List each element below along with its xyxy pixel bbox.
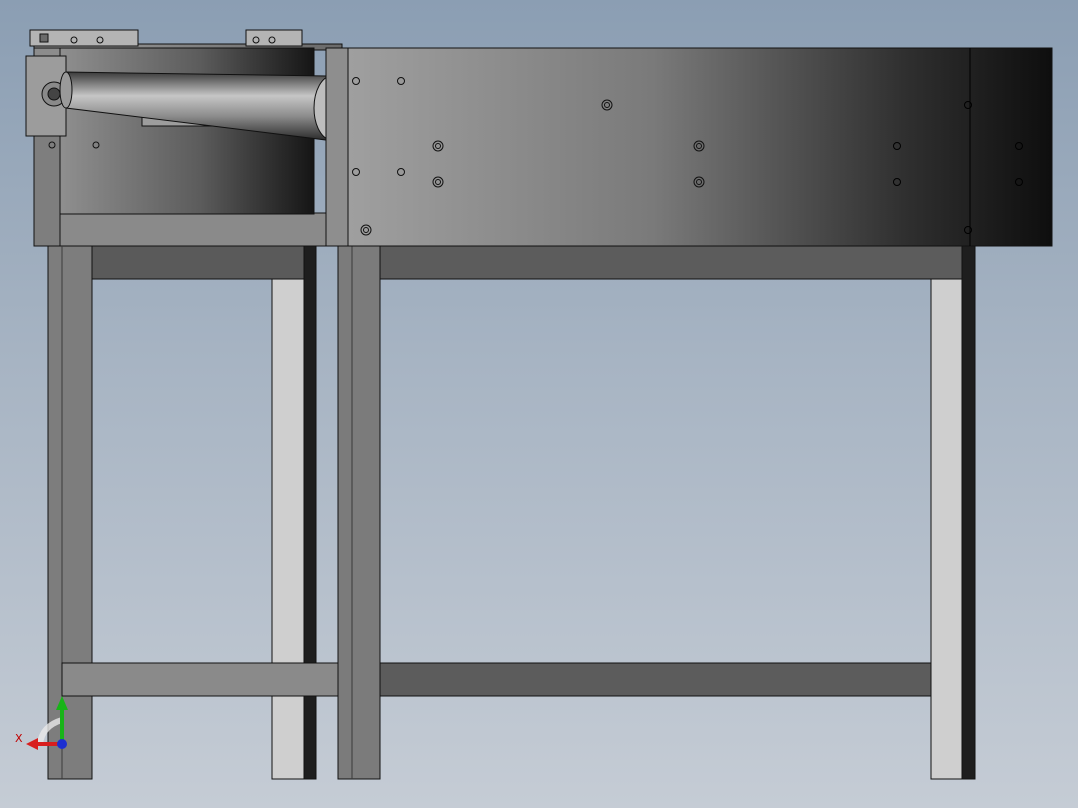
y-axis-arrowhead-icon [56, 696, 68, 710]
orientation-triad[interactable]: X [12, 686, 82, 756]
x-axis-arrowhead-icon [26, 738, 38, 750]
drive-housing[interactable] [25, 29, 343, 247]
right-leg-light[interactable] [930, 278, 963, 780]
right-leg-shadow[interactable] [961, 245, 976, 780]
center-leg[interactable] [337, 245, 381, 780]
x-axis-label: X [15, 732, 23, 745]
left-lower-brace[interactable] [61, 662, 339, 697]
cad-viewport[interactable]: X [0, 0, 1078, 808]
left-frame-top-rail[interactable] [49, 212, 327, 247]
z-axis-dot-icon [57, 739, 67, 749]
left-inner-leg-shadow[interactable] [303, 245, 317, 780]
housing-lower-block[interactable] [33, 117, 61, 247]
left-frame[interactable] [47, 212, 339, 780]
left-frame-inner-rail[interactable] [91, 245, 309, 280]
side-plate-body[interactable] [325, 47, 1053, 247]
left-inner-leg-light[interactable] [271, 278, 305, 780]
side-plate-end-flange[interactable] [325, 47, 349, 247]
conveyor-side-view[interactable] [0, 0, 1078, 808]
right-frame-lower-rail[interactable] [379, 662, 963, 697]
right-frame-upper-rail[interactable] [379, 245, 963, 280]
main-side-plate[interactable] [325, 47, 1053, 247]
right-frame[interactable] [337, 245, 976, 780]
